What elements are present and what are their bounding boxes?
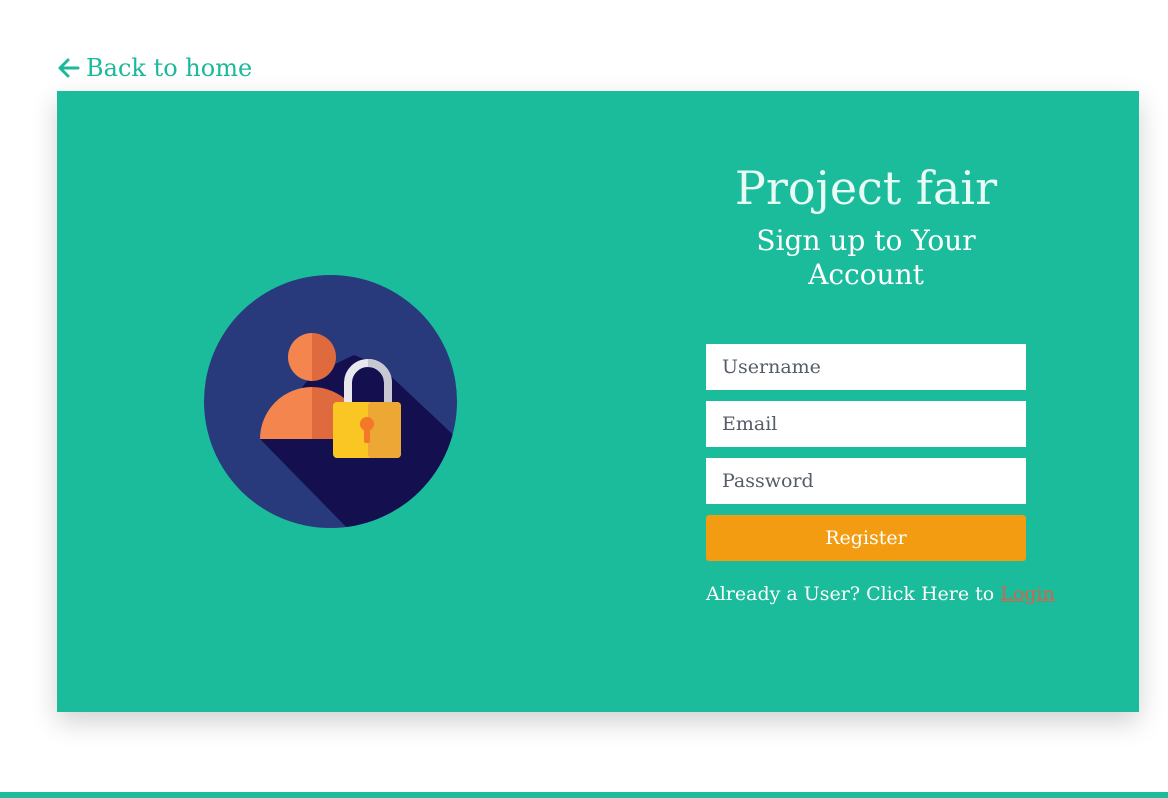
page-title: Project fair [734, 161, 998, 215]
arrow-left-icon [58, 58, 80, 78]
page-subtitle: Sign up to Your Account [756, 224, 976, 291]
back-to-home-link[interactable]: Back to home [57, 54, 252, 82]
login-link[interactable]: Login [1000, 583, 1055, 605]
login-prompt: Already a User? Click Here to Login [706, 583, 1055, 605]
password-input[interactable] [706, 458, 1026, 504]
footer-bar [0, 792, 1168, 798]
register-button[interactable]: Register [706, 515, 1026, 561]
email-input[interactable] [706, 401, 1026, 447]
page: Back to home Project fair Sign up to You… [0, 0, 1168, 798]
user-lock-icon [204, 275, 457, 528]
login-prompt-text: Already a User? Click Here to [706, 583, 1001, 605]
back-link-label: Back to home [86, 54, 253, 82]
username-input[interactable] [706, 344, 1026, 390]
signup-form: Project fair Sign up to Your Account Reg… [706, 161, 1055, 605]
signup-card: Project fair Sign up to Your Account Reg… [57, 91, 1139, 712]
